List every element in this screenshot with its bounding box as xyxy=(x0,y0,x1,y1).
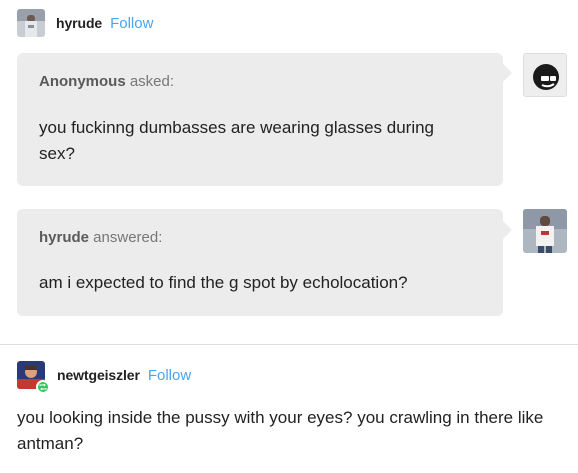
ask-question: you fuckinng dumbasses are wearing glass… xyxy=(39,118,435,163)
ask-bubble: Anonymous asked: you fuckinng dumbasses … xyxy=(17,53,503,186)
divider xyxy=(0,344,578,345)
answerer-name: hyrude xyxy=(39,229,90,246)
answerer-avatar[interactable] xyxy=(523,209,567,253)
reblog-header: newtgeiszler Follow xyxy=(17,361,191,394)
reblog-avatar[interactable] xyxy=(17,361,50,394)
asker-name: Anonymous xyxy=(39,73,126,90)
reblog-badge-icon xyxy=(36,380,50,394)
post-header: hyrude Follow xyxy=(17,9,153,37)
asked-label: asked: xyxy=(125,73,175,90)
answer-bubble-tail xyxy=(503,221,512,239)
ask-header: Anonymous asked: xyxy=(39,73,174,90)
follow-button[interactable]: Follow xyxy=(110,15,153,32)
reblog-author[interactable]: newtgeiszler xyxy=(57,367,140,383)
reblog-follow-button[interactable]: Follow xyxy=(148,367,191,384)
answered-label: answered: xyxy=(89,229,163,246)
anonymous-avatar xyxy=(523,53,567,97)
answer-bubble: hyrude answered: am i expected to find t… xyxy=(17,209,503,316)
answer-header: hyrude answered: xyxy=(39,229,162,246)
reblog-text: you looking inside the pussy with your e… xyxy=(17,408,544,453)
avatar[interactable] xyxy=(17,9,45,37)
answer-text: am i expected to find the g spot by echo… xyxy=(39,273,408,292)
post-author[interactable]: hyrude xyxy=(56,15,102,31)
ask-bubble-tail xyxy=(503,64,512,82)
